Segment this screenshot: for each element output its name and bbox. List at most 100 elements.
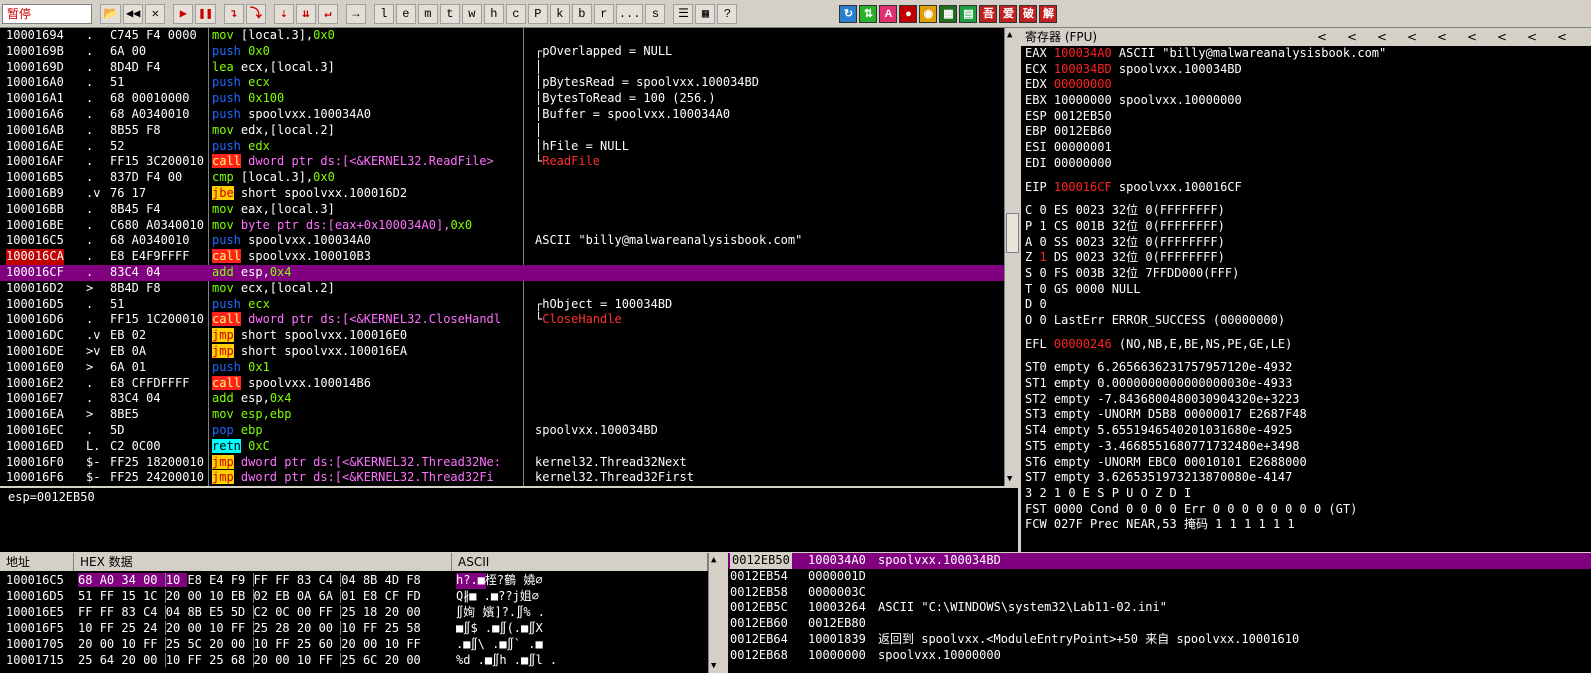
register-line[interactable]: ECX 100034BD spoolvxx.100034BD (1021, 62, 1591, 78)
goto-icon[interactable]: → (345, 3, 366, 24)
registers-nav-arrow[interactable]: < (1437, 28, 1467, 46)
register-line[interactable] (1021, 172, 1591, 180)
window-button-l[interactable]: l (373, 3, 394, 24)
plugin-cn1-icon[interactable]: 吾 (979, 4, 998, 23)
disassembly-row[interactable]: 100016BB. 8B45 F4 mov eax,[local.3] (0, 202, 1004, 218)
register-line[interactable]: FCW 027F Prec NEAR,53 掩码 1 1 1 1 1 1 (1021, 517, 1591, 533)
register-line[interactable]: ESI 00000001 (1021, 140, 1591, 156)
disassembly-row[interactable]: 100016CA. E8 E4F9FFFF call spoolvxx.100010… (0, 249, 1004, 265)
window-button-w[interactable]: w (461, 3, 482, 24)
registers-nav-arrow[interactable]: < (1527, 28, 1557, 46)
disassembly-row[interactable]: 1000169D. 8D4D F4 lea ecx,[local.3] │ (0, 60, 1004, 76)
window-button-h[interactable]: h (483, 3, 504, 24)
disassembly-row[interactable]: 100016E7. 83C4 04 add esp,0x4 (0, 391, 1004, 407)
disassembly-row[interactable]: 100016A1. 68 00010000 push 0x100 │BytesToRe… (0, 91, 1004, 107)
register-line[interactable]: Z 1 DS 0023 32位 0(FFFFFFFF) (1021, 250, 1591, 266)
window-button-b[interactable]: b (571, 3, 592, 24)
plugin-cn4-icon[interactable]: 解 (1039, 4, 1058, 23)
disassembly-scrollbar-track[interactable]: ▲ ▼ (1004, 28, 1020, 486)
window-button-e[interactable]: e (395, 3, 416, 24)
disassembly-row[interactable]: 100016CF. 83C4 04 add esp,0x4 (0, 264, 1004, 281)
disassembly-row[interactable]: 100016F0 $- FF25 18200010 jmp dword ptr ds:… (0, 454, 1004, 471)
dump-hex-bytes[interactable]: 51 FF 15 1C 20 00 10 EB 02 EB 0A 6A 01 E… (78, 589, 421, 605)
dump-scroll-down-icon[interactable]: ▼ (711, 661, 716, 671)
plugin-table-icon[interactable]: ▤ (959, 4, 978, 23)
register-line[interactable]: T 0 GS 0000 NULL (1021, 282, 1591, 298)
scroll-down-icon[interactable]: ▼ (1007, 474, 1012, 484)
register-line[interactable]: ST7 empty 3.6265351973213870080e-4147 (1021, 470, 1591, 486)
trace-into-icon[interactable]: ⇣ (273, 3, 294, 24)
dump-scrollbar[interactable]: ▲ ▼ (708, 553, 724, 673)
disassembly-row[interactable]: 100016E2. E8 CFFDFFFF call spoolvxx.100014… (0, 375, 1004, 392)
plugin-record-icon[interactable]: ● (899, 4, 918, 23)
window-button-more[interactable]: ... (615, 3, 644, 24)
register-line[interactable]: ST1 empty 0.0000000000000000030e-4933 (1021, 376, 1591, 392)
run-icon[interactable]: ▶ (173, 3, 194, 24)
register-line[interactable]: EDI 00000000 (1021, 156, 1591, 172)
register-line[interactable]: S 0 FS 003B 32位 7FFDD000(FFF) (1021, 266, 1591, 282)
execute-till-return-icon[interactable]: ↵ (317, 3, 338, 24)
step-into-icon[interactable]: ↴ (223, 3, 244, 24)
grid-icon[interactable]: ▦ (695, 3, 716, 24)
registers-nav-arrow[interactable]: < (1317, 28, 1347, 46)
disassembly-row[interactable]: 100016C5. 68 A0340010 push spoolvxx.100034… (0, 233, 1004, 249)
register-line[interactable]: A 0 SS 0023 32位 0(FFFFFFFF) (1021, 235, 1591, 251)
dump-hex-bytes[interactable]: 20 00 10 FF 25 5C 20 00 10 FF 25 60 20 0… (78, 637, 421, 653)
disassembly-row[interactable]: 100016DE >v EB 0A jmp short spoolvxx.100016… (0, 343, 1004, 360)
plugin-arrows-icon[interactable]: ⇅ (859, 4, 878, 23)
register-line[interactable]: EAX 100034A0 ASCII "billy@malwareanalysi… (1021, 46, 1591, 62)
disassembly-row[interactable]: 100016E0 >6A 01 push 0x1 (0, 360, 1004, 376)
open-icon[interactable]: 📂 (100, 3, 121, 24)
register-line[interactable]: ST5 empty -3.4668551680771732480e+3498 (1021, 439, 1591, 455)
disassembly-row[interactable]: 100016AF. FF15 3C200010 call dword ptr ds:… (0, 154, 1004, 170)
window-button-r[interactable]: r (593, 3, 614, 24)
dump-hex-bytes[interactable]: 68 A0 34 00 10 E8 E4 F9 FF FF 83 C4 04 8… (78, 573, 421, 589)
stack-row[interactable]: 0012EB68 10000000 spoolvxx.10000000 (728, 648, 1591, 664)
register-line[interactable] (1021, 352, 1591, 360)
register-line[interactable]: P 1 CS 001B 32位 0(FFFFFFFF) (1021, 219, 1591, 235)
dump-hex-bytes[interactable]: 10 FF 25 24 20 00 10 FF 25 28 20 00 10 F… (78, 621, 421, 637)
trace-over-icon[interactable]: ⇊ (295, 3, 316, 24)
hex-dump-pane[interactable]: 地址 HEX 数据 ASCII 100016C5 68 A0 34 00 10 E… (0, 553, 708, 673)
scroll-thumb[interactable] (1006, 213, 1019, 253)
disassembly-row[interactable]: 100016D6. FF15 1C200010 call dword ptr ds:… (0, 312, 1004, 328)
register-line[interactable]: O 0 LastErr ERROR_SUCCESS (00000000) (1021, 313, 1591, 329)
disassembly-row[interactable]: 100016D5. 51 push ecx ┌hObject = 100034BD (0, 297, 1004, 313)
disassembly-row[interactable]: 100016B5. 837D F4 00 cmp [local.3],0x0 (0, 170, 1004, 186)
register-line[interactable] (1021, 329, 1591, 337)
window-button-p[interactable]: P (527, 3, 548, 24)
list-icon[interactable]: ☰ (673, 3, 694, 24)
disassembly-row[interactable]: 100016EC. 5D pop ebp spoolvxx.100034BD (0, 423, 1004, 439)
register-line[interactable]: 3 2 1 0 E S P U O Z D I (1021, 486, 1591, 502)
registers-nav-arrow[interactable]: < (1407, 28, 1437, 46)
dump-address[interactable]: 100016D5 (6, 589, 64, 605)
registers-nav-arrow[interactable]: < (1557, 28, 1587, 46)
disassembly-row[interactable]: 100016DC .v EB 02 jmp short spoolvxx.100016… (0, 328, 1004, 344)
register-line[interactable]: ST6 empty -UNORM EBC0 00010101 E2688000 (1021, 455, 1591, 471)
registers-pane[interactable]: 寄存器 (FPU) < < < < < < < < < EAX 100034A0 ASCII "… (1021, 28, 1591, 552)
disassembly-row[interactable]: 1000169B. 6A 00 push 0x0 ┌pOverlapped = NUL… (0, 44, 1004, 60)
stack-row[interactable]: 0012EB58 0000003C (728, 585, 1591, 601)
dump-header-hex[interactable]: HEX 数据 (74, 553, 452, 571)
disassembly-row[interactable]: 100016EA >8BE5 mov esp,ebp (0, 407, 1004, 423)
dump-address[interactable]: 100016E5 (6, 605, 64, 621)
stack-row[interactable]: 0012EB60 0012EB80 (728, 616, 1591, 632)
disassembly-row[interactable]: 100016ED L. C2 0C00 retn 0xC (0, 438, 1004, 455)
register-line[interactable]: EBP 0012EB60 (1021, 124, 1591, 140)
dump-hex-bytes[interactable]: 25 64 20 00 10 FF 25 68 20 00 10 FF 25 6… (78, 653, 421, 669)
dump-address[interactable]: 100016C5 (6, 573, 64, 589)
register-line[interactable]: EFL 00000246 (NO,NB,E,BE,NS,PE,GE,LE) (1021, 337, 1591, 353)
registers-nav-arrow[interactable]: < (1347, 28, 1377, 46)
register-line[interactable]: D 0 (1021, 297, 1591, 313)
stack-row[interactable]: 0012EB54 0000001D (728, 569, 1591, 585)
window-button-k[interactable]: k (549, 3, 570, 24)
dump-address[interactable]: 10001715 (6, 653, 64, 669)
stack-row[interactable]: 0012EB64 10001839 返回到 spoolvxx.<ModuleEntr… (728, 632, 1591, 648)
register-line[interactable]: EIP 100016CF spoolvxx.100016CF (1021, 180, 1591, 196)
disassembly-row[interactable]: 10001694. C745 F4 0000 mov [local.3],0x0 (0, 28, 1004, 44)
disassembly-row[interactable]: 100016A0. 51 push ecx │pBytesRead = spoolvx… (0, 75, 1004, 91)
plugin-refresh-icon[interactable]: ↻ (839, 4, 858, 23)
scroll-up-icon[interactable]: ▲ (1007, 30, 1012, 40)
dump-scroll-up-icon[interactable]: ▲ (711, 555, 716, 565)
dump-header-address[interactable]: 地址 (0, 553, 74, 571)
